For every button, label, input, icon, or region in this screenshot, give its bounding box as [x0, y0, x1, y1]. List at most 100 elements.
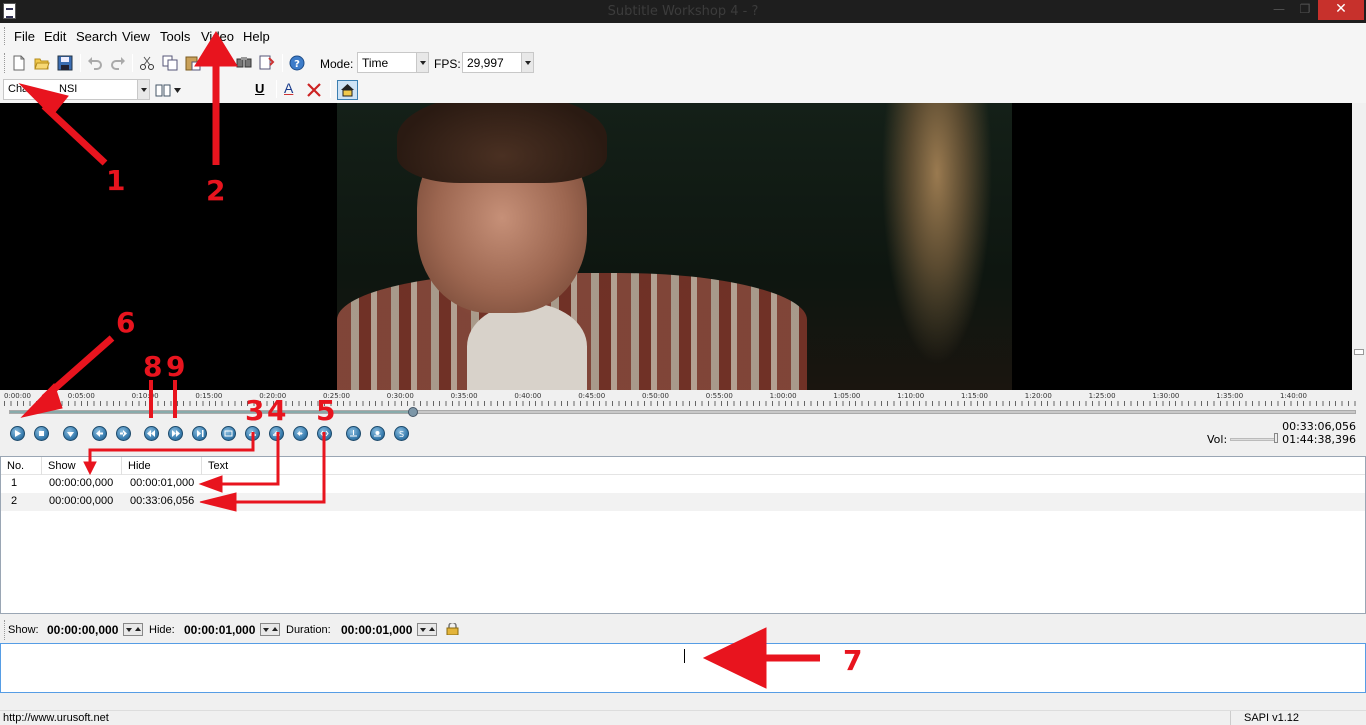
stop-icon[interactable] — [34, 426, 49, 441]
forward-icon[interactable] — [116, 426, 131, 441]
close-button[interactable]: ✕ — [1318, 0, 1364, 20]
charset-select[interactable]: Cha NSI — [3, 79, 150, 100]
menu-video[interactable]: Video — [201, 29, 234, 44]
maximize-button[interactable]: ❐ — [1292, 0, 1318, 20]
fast-forward-icon[interactable] — [168, 426, 183, 441]
seek-handle[interactable] — [408, 407, 419, 417]
mode-select[interactable]: Time — [357, 52, 429, 73]
list-header: No. Show Hide Text — [1, 457, 1365, 475]
video-player[interactable] — [0, 103, 1352, 390]
loop-icon[interactable] — [221, 426, 236, 441]
subtitle-text-editor[interactable] — [0, 643, 1366, 693]
timeline-tick-label: 0:00:00 — [4, 392, 31, 400]
show-time-field[interactable]: 00:00:00,000 — [47, 623, 118, 637]
col-text[interactable]: Text — [202, 457, 1365, 475]
set-end-icon[interactable] — [269, 426, 284, 441]
status-sapi: SAPI v1.12 — [1244, 712, 1300, 724]
menu-search[interactable]: Search — [76, 29, 117, 44]
rewind-icon[interactable] — [144, 426, 159, 441]
title-bar: Subtitle Workshop 4 - ? — ❐ ✕ — [0, 0, 1366, 23]
fps-label: FPS: — [434, 57, 461, 71]
menu-tools[interactable]: Tools — [160, 29, 190, 44]
back-icon[interactable] — [92, 426, 107, 441]
timeline-tick-label: 0:05:00 — [67, 392, 95, 400]
new-file-icon[interactable] — [11, 55, 27, 71]
menu-help[interactable]: Help — [243, 29, 270, 44]
cell-show: 00:00:00,000 — [49, 495, 114, 507]
chevron-down-icon[interactable] — [137, 80, 149, 99]
undo-icon[interactable] — [87, 55, 103, 71]
toolbar-separator — [282, 54, 283, 72]
editbar-grip — [4, 620, 6, 640]
timeline-tick-label: 1:30:00 — [1152, 392, 1180, 400]
redo-icon[interactable] — [110, 55, 126, 71]
duration-label: Duration: — [286, 624, 331, 636]
menu-view[interactable]: View — [122, 29, 150, 44]
help-icon[interactable]: ? — [289, 55, 305, 71]
splitter-handle[interactable] — [1354, 349, 1364, 355]
save-icon[interactable] — [57, 55, 73, 71]
chevron-down-icon[interactable] — [174, 88, 181, 93]
underline-button[interactable]: U — [255, 81, 264, 96]
menu-edit[interactable]: Edit — [44, 29, 66, 44]
hide-time-stepper[interactable] — [260, 623, 280, 636]
seek-track[interactable] — [9, 410, 1356, 414]
hide-time-field[interactable]: 00:00:01,000 — [184, 623, 255, 637]
cut-icon[interactable] — [139, 55, 155, 71]
step-down-icon[interactable] — [63, 426, 78, 441]
status-separator — [1230, 711, 1231, 725]
book-icon[interactable] — [155, 82, 171, 98]
lock-icon[interactable] — [446, 623, 459, 635]
table-row[interactable]: 2 00:00:00,000 00:33:06,056 — [1, 493, 1365, 511]
text-caret — [684, 649, 685, 663]
play-icon[interactable] — [10, 426, 25, 441]
translator-mode-icon[interactable] — [337, 80, 358, 100]
prev-subtitle-icon[interactable] — [293, 426, 308, 441]
menu-file[interactable]: File — [14, 29, 35, 44]
find-icon[interactable] — [236, 55, 252, 71]
cell-hide: 00:00:01,000 — [130, 477, 195, 489]
toolbar-separator — [330, 80, 331, 98]
timeline-tick-label: 0:30:00 — [386, 392, 414, 400]
subtitle-list[interactable]: No. Show Hide Text 1 00:00:00,000 00:00:… — [0, 456, 1366, 614]
marker-1-icon[interactable] — [346, 426, 361, 441]
duration-field[interactable]: 00:00:01,000 — [341, 623, 412, 637]
volume-handle[interactable] — [1273, 433, 1278, 443]
duration-stepper[interactable] — [417, 623, 437, 636]
vertical-splitter[interactable] — [1352, 103, 1366, 390]
next-frame-icon[interactable] — [192, 426, 207, 441]
fps-select[interactable]: 29,997 — [462, 52, 534, 73]
volume-slider[interactable] — [1230, 438, 1278, 441]
timeline-tick-label: 0:25:00 — [323, 392, 350, 400]
remove-tags-icon[interactable] — [306, 82, 322, 98]
timeline-tick-label: 0:40:00 — [514, 392, 542, 400]
status-bar: http://www.urusoft.net SAPI v1.12 — [0, 710, 1366, 725]
table-row[interactable]: 1 00:00:00,000 00:00:01,000 — [1, 475, 1365, 493]
col-no[interactable]: No. — [1, 457, 42, 475]
marker-2-icon[interactable] — [370, 426, 385, 441]
paste-icon[interactable] — [185, 55, 201, 71]
chevron-down-icon[interactable] — [416, 53, 428, 72]
timeline-tick-label: 0:50:00 — [642, 392, 669, 400]
marker-s-icon[interactable]: S — [394, 426, 409, 441]
copy-icon[interactable] — [162, 55, 178, 71]
code-icon[interactable] — [317, 426, 332, 441]
timeline-ruler — [4, 401, 1356, 406]
timeline-tick-label: 0:35:00 — [450, 392, 478, 400]
find-replace-icon[interactable] — [259, 55, 275, 71]
timeline-tick-label: 0:20:00 — [259, 392, 287, 400]
col-show[interactable]: Show — [42, 457, 122, 475]
set-start-icon[interactable] — [245, 426, 260, 441]
open-folder-icon[interactable] — [34, 55, 50, 71]
timeline-tick-label: 1:05:00 — [833, 392, 861, 400]
col-hide[interactable]: Hide — [122, 457, 202, 475]
timeline[interactable]: 0:00:00 0:05:00 0:10:00 0:15:00 0:20:00 0:25:… — [0, 390, 1366, 420]
svg-text:?: ? — [294, 59, 300, 70]
font-color-button[interactable]: A — [284, 80, 293, 96]
chevron-down-icon[interactable] — [521, 53, 533, 72]
timeline-tick-label: 0:10:00 — [131, 392, 159, 400]
show-time-stepper[interactable] — [123, 623, 143, 636]
minimize-button[interactable]: — — [1266, 0, 1292, 20]
cell-no: 1 — [11, 477, 18, 489]
app-window: Subtitle Workshop 4 - ? — ❐ ✕ File Edit … — [0, 0, 1366, 725]
